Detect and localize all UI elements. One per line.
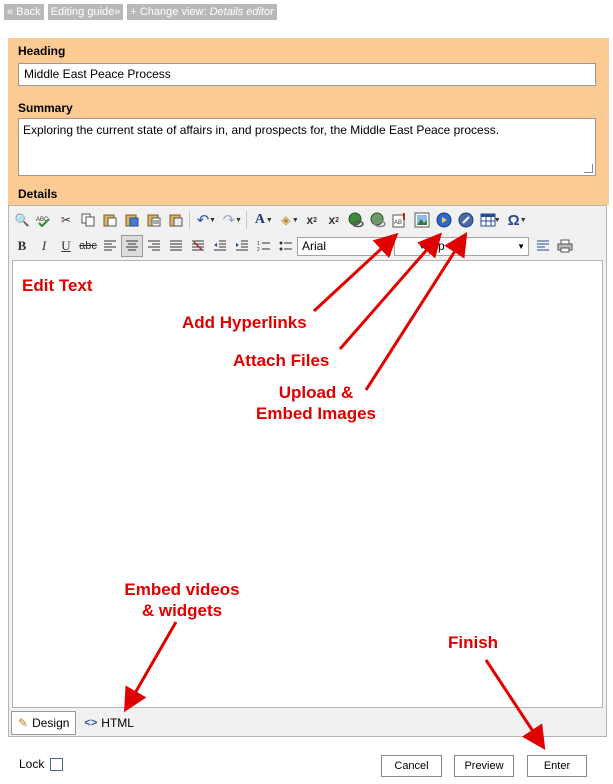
italic-icon[interactable]: I <box>33 235 55 257</box>
font-color-dropdown-icon[interactable]: ▼ <box>266 217 273 224</box>
chevron-down-icon: ▼ <box>379 241 387 251</box>
paragraph-icon[interactable] <box>532 235 554 257</box>
annotation-add-hyperlinks: Add Hyperlinks <box>182 313 307 332</box>
align-left-icon[interactable] <box>99 235 121 257</box>
annotation-attach-files: Attach Files <box>233 351 330 370</box>
annotation-embed-line1: Embed videos <box>124 580 240 599</box>
format-value: p <box>438 238 445 253</box>
print-icon[interactable] <box>554 235 576 257</box>
annotation-upload-line2: Embed Images <box>256 404 376 423</box>
copy-icon[interactable] <box>77 209 99 231</box>
cancel-button[interactable]: Cancel <box>381 755 442 777</box>
editing-guide-button[interactable]: Editing guide» <box>47 4 124 20</box>
change-view-button[interactable]: + Change view: Details editor <box>127 4 277 20</box>
change-view-label: + Change view: <box>130 6 207 18</box>
paste-text-icon[interactable] <box>143 209 165 231</box>
annotation-upload-embed: Upload & Embed Images <box>250 382 382 424</box>
strikethrough-icon[interactable]: abc <box>77 235 99 257</box>
cut-icon[interactable]: ✂ <box>55 209 77 231</box>
tab-html-label: HTML <box>101 716 134 730</box>
tab-design-label: Design <box>32 716 70 730</box>
justify-icon[interactable] <box>165 235 187 257</box>
chevron-down-icon: ▼ <box>418 241 426 251</box>
font-name-select[interactable]: Arial ▼ <box>297 236 391 256</box>
attach-file-icon[interactable]: AB <box>389 209 411 231</box>
toolbar-separator <box>245 211 247 229</box>
chevron-down-icon: ▼ <box>517 241 525 251</box>
font-name-value: Arial <box>302 238 327 253</box>
heading-input[interactable]: Middle East Peace Process <box>18 63 596 86</box>
toolbar-row-1: 🔍 ABC ✂ ↶ ▼ ↷ ▼ A ▼ ◈ ▼ x2 x2 AB ▼ Ω ▼ <box>11 208 529 232</box>
svg-text:AB: AB <box>394 220 402 226</box>
details-label: Details <box>18 187 58 201</box>
clear-formatting-icon[interactable] <box>187 235 209 257</box>
paste-word-icon[interactable] <box>121 209 143 231</box>
paste-icon[interactable] <box>99 209 121 231</box>
top-nav: « Back Editing guide» + Change view: Det… <box>4 4 277 20</box>
pencil-icon: ✎ <box>18 716 29 730</box>
summary-textarea[interactable]: Exploring the current state of affairs i… <box>18 118 596 176</box>
lock-label: Lock <box>19 757 45 771</box>
editor-content-area[interactable] <box>12 260 603 708</box>
annotation-embed-line2: & widgets <box>141 601 223 620</box>
find-icon[interactable]: 🔍 <box>11 209 33 231</box>
lock-checkbox[interactable] <box>50 757 64 771</box>
resize-handle-icon[interactable] <box>584 164 593 173</box>
toolbar-row-2: B I U abc 12 Arial ▼ ▼ p ▼ <box>11 234 576 258</box>
align-right-icon[interactable] <box>143 235 165 257</box>
superscript-icon[interactable]: x2 <box>301 209 323 231</box>
remove-hyperlink-icon[interactable] <box>367 209 389 231</box>
hyperlink-icon[interactable] <box>345 209 367 231</box>
annotation-embed-videos: Embed videos & widgets <box>112 579 252 621</box>
summary-label: Summary <box>18 101 73 115</box>
annotation-edit-text: Edit Text <box>22 276 93 295</box>
format-select[interactable]: p ▼ <box>433 236 529 256</box>
summary-text: Exploring the current state of affairs i… <box>23 123 500 137</box>
widget-icon[interactable] <box>455 209 477 231</box>
underline-icon[interactable]: U <box>55 235 77 257</box>
highlight-dropdown-icon[interactable]: ▼ <box>292 217 299 224</box>
bold-icon[interactable]: B <box>11 235 33 257</box>
toolbar-separator <box>189 211 190 229</box>
change-view-value: Details editor <box>209 6 274 18</box>
redo-dropdown-icon[interactable]: ▼ <box>235 217 242 224</box>
outdent-icon[interactable] <box>209 235 231 257</box>
tab-design[interactable]: ✎ Design <box>11 711 77 735</box>
back-button[interactable]: « Back <box>4 4 44 20</box>
preview-button[interactable]: Preview <box>454 755 514 777</box>
table-dropdown-icon[interactable]: ▼ <box>494 217 501 224</box>
numbered-list-icon[interactable]: 12 <box>253 235 275 257</box>
image-icon[interactable] <box>411 209 433 231</box>
heading-label: Heading <box>18 44 66 58</box>
indent-icon[interactable] <box>231 235 253 257</box>
bullet-list-icon[interactable] <box>275 235 297 257</box>
code-icon: <> <box>84 717 98 729</box>
media-icon[interactable] <box>433 209 455 231</box>
special-character-dropdown-icon[interactable]: ▼ <box>520 217 527 224</box>
enter-button[interactable]: Enter <box>527 755 587 777</box>
tab-html[interactable]: <> HTML <box>78 712 140 734</box>
font-size-select[interactable]: ▼ <box>394 236 430 256</box>
editor-mode-bar: ✎ Design <> HTML <box>9 710 606 736</box>
annotation-finish: Finish <box>448 633 499 652</box>
lock-control: Lock <box>19 757 64 771</box>
undo-dropdown-icon[interactable]: ▼ <box>209 217 216 224</box>
subscript-icon[interactable]: x2 <box>323 209 345 231</box>
spellcheck-icon[interactable]: ABC <box>33 209 55 231</box>
rich-text-editor: 🔍 ABC ✂ ↶ ▼ ↷ ▼ A ▼ ◈ ▼ x2 x2 AB ▼ Ω ▼ B I U … <box>8 205 607 737</box>
paste-html-icon[interactable] <box>165 209 187 231</box>
svg-text:2: 2 <box>257 247 260 252</box>
annotation-upload-line1: Upload & <box>278 383 354 402</box>
align-center-icon[interactable] <box>121 235 143 257</box>
